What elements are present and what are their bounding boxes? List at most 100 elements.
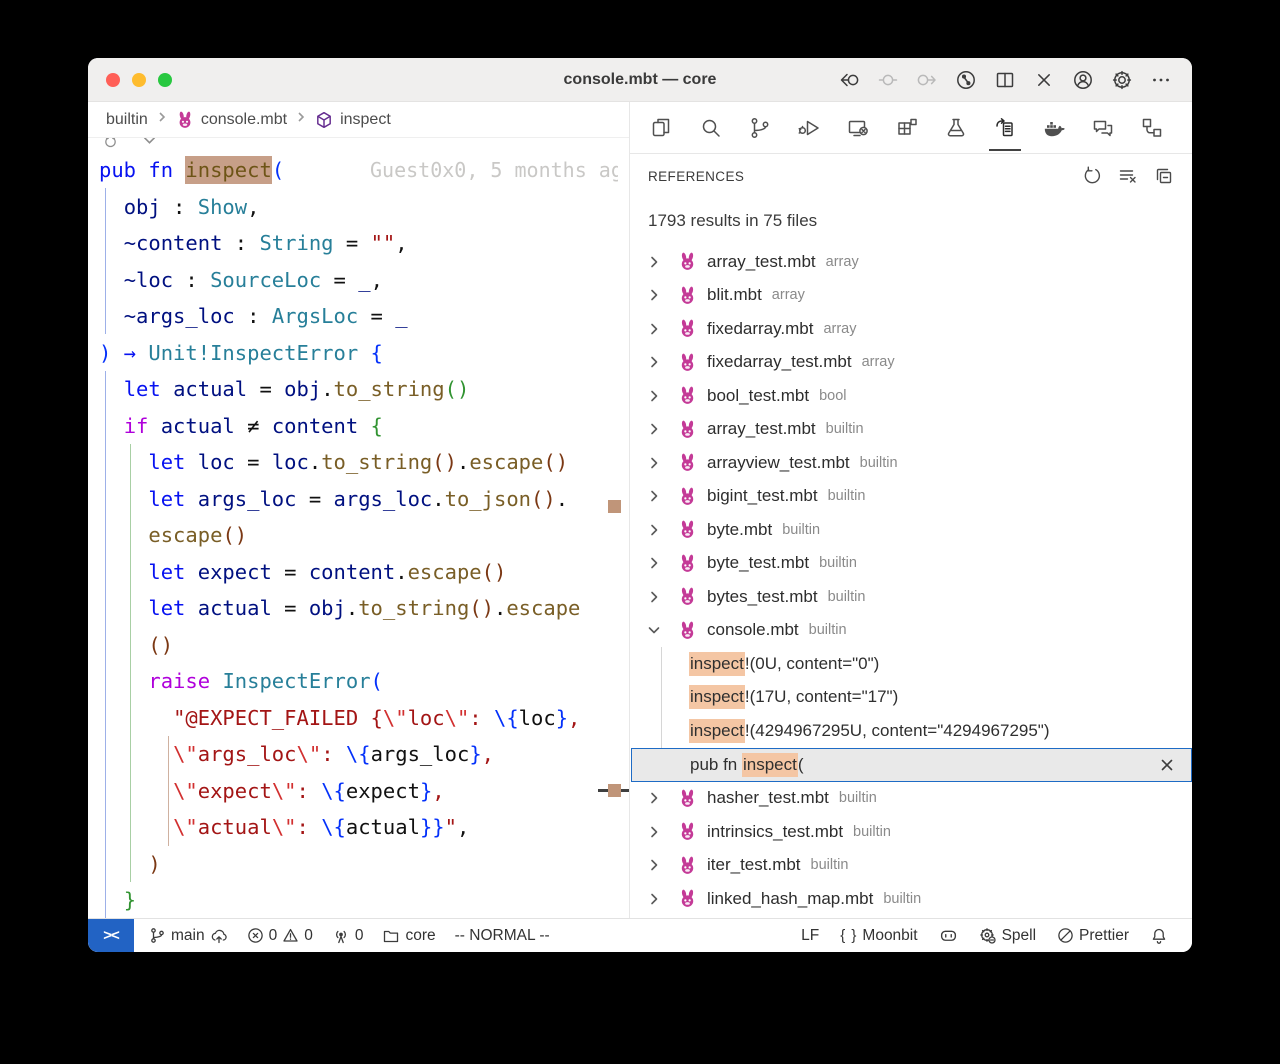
code-line[interactable]: escape() [99, 517, 629, 554]
reference-file-row[interactable]: byte.mbt builtin [630, 513, 1192, 547]
more-actions-icon[interactable] [1150, 69, 1172, 91]
code-line[interactable]: raise InspectError( [99, 663, 629, 700]
code-line[interactable]: ) [99, 846, 629, 883]
code-line[interactable]: \"args_loc\": \{args_loc}, [99, 736, 629, 773]
reference-file-row[interactable]: fixedarray.mbt array [630, 312, 1192, 346]
comments-icon[interactable] [1084, 105, 1122, 151]
chevron-right-icon [646, 455, 662, 471]
remote-explorer-icon[interactable] [839, 105, 877, 151]
code-line[interactable]: ) → Unit!InspectError { [99, 335, 629, 372]
notifications-bell[interactable] [1150, 927, 1168, 945]
reference-group-children: inspect!(0U, content="0") inspect!(17U, … [661, 647, 1192, 782]
moonbit-file-icon [678, 487, 697, 506]
reference-match-row[interactable]: inspect!(0U, content="0") [662, 647, 1192, 681]
eol-indicator[interactable]: LF [801, 927, 819, 945]
reference-file-row[interactable]: arrayview_test.mbt builtin [630, 446, 1192, 480]
reference-group-row[interactable]: console.mbt builtin [630, 614, 1192, 648]
code-line[interactable]: let args_loc = args_loc.to_json(). [99, 481, 629, 518]
code-line[interactable]: "@EXPECT_FAILED {\"loc\": \{loc}, [99, 700, 629, 737]
minimize-window-button[interactable] [132, 73, 146, 87]
source-control-icon[interactable] [741, 105, 779, 151]
refresh-icon[interactable] [1082, 166, 1102, 186]
run-task-icon[interactable] [955, 69, 977, 91]
code-line[interactable]: \"expect\": \{expect}, [99, 773, 629, 810]
workspace-status[interactable]: core [382, 927, 435, 945]
code-line[interactable]: let actual = obj.to_string().escape [99, 590, 629, 627]
settings-gear-icon[interactable] [1111, 69, 1133, 91]
overview-ruler-marker[interactable] [608, 784, 621, 797]
language-mode[interactable]: { } Moonbit [840, 927, 917, 945]
code-line[interactable]: obj : Show, [99, 189, 629, 226]
breadcrumb-root[interactable]: builtin [106, 111, 148, 129]
testing-icon[interactable] [937, 105, 975, 151]
title-actions [838, 69, 1192, 91]
references-icon[interactable] [986, 105, 1024, 151]
reference-file-row[interactable]: array_test.mbt builtin [630, 413, 1192, 447]
code-line[interactable]: ~content : String = "", [99, 225, 629, 262]
explorer-icon[interactable] [643, 105, 681, 151]
chevron-right-icon [646, 488, 662, 504]
git-branch-icon [149, 927, 166, 944]
chevron-right-icon [646, 421, 662, 437]
reference-file-row[interactable]: bytes_test.mbt builtin [630, 580, 1192, 614]
reference-file-row[interactable]: fixedarray_test.mbt array [630, 346, 1192, 380]
remote-indicator[interactable]: >< [88, 919, 134, 952]
close-panel-icon[interactable] [1033, 69, 1055, 91]
search-icon[interactable] [692, 105, 730, 151]
docker-icon[interactable] [1035, 105, 1073, 151]
reference-file-row[interactable]: linked_hash_map.mbt builtin [630, 882, 1192, 916]
overview-ruler-marker[interactable] [608, 500, 621, 513]
file-name: bigint_test.mbt [707, 486, 818, 506]
breadcrumb-file[interactable]: console.mbt [201, 111, 287, 129]
hierarchy-icon[interactable] [1133, 105, 1171, 151]
code-line[interactable]: ~args_loc : ArgsLoc = _ [99, 298, 629, 335]
dismiss-reference-button[interactable] [1159, 757, 1175, 773]
problems-status[interactable]: 0 0 [247, 927, 313, 945]
zoom-window-button[interactable] [158, 73, 172, 87]
code-line[interactable]: } [99, 882, 629, 918]
code-editor[interactable]: pub fn inspect( obj : Show, ~content : S… [88, 138, 629, 918]
reference-file-row[interactable]: hasher_test.mbt builtin [630, 782, 1192, 816]
code-line[interactable]: let loc = loc.to_string().escape() [99, 444, 629, 481]
collapse-all-icon[interactable] [1154, 166, 1174, 186]
reference-file-row[interactable]: bool_test.mbt bool [630, 379, 1192, 413]
reference-match-row[interactable]: inspect!(4294967295U, content="429496729… [662, 714, 1192, 748]
code-line[interactable]: if actual ≠ content { [99, 408, 629, 445]
reference-file-row[interactable]: intrinsics_test.mbt builtin [630, 815, 1192, 849]
vim-mode-indicator[interactable]: -- NORMAL -- [455, 927, 550, 945]
code-line[interactable]: () [99, 627, 629, 664]
close-window-button[interactable] [106, 73, 120, 87]
breadcrumb-symbol[interactable]: inspect [340, 111, 391, 129]
chevron-right-icon [646, 790, 662, 806]
extensions-icon[interactable] [888, 105, 926, 151]
reference-file-row[interactable]: byte_test.mbt builtin [630, 547, 1192, 581]
split-editor-icon[interactable] [994, 69, 1016, 91]
file-name: bool_test.mbt [707, 386, 809, 406]
code-line[interactable]: \"actual\": \{actual}}", [99, 809, 629, 846]
moonbit-file-icon [678, 822, 697, 841]
run-debug-icon[interactable] [790, 105, 828, 151]
navigate-forward-icon[interactable] [916, 69, 938, 91]
prettier-status[interactable]: Prettier [1057, 927, 1129, 945]
branch-status[interactable]: main [149, 927, 228, 945]
file-scope: builtin [826, 421, 864, 437]
copilot-icon [939, 926, 958, 945]
reference-file-row[interactable]: iter_test.mbt builtin [630, 849, 1192, 883]
circle-nav-icon[interactable] [877, 69, 899, 91]
code-line[interactable]: let actual = obj.to_string() [99, 371, 629, 408]
spell-checker-status[interactable]: Spell [979, 927, 1036, 945]
copilot-status[interactable] [939, 926, 958, 945]
account-icon[interactable] [1072, 69, 1094, 91]
file-scope: array [823, 321, 856, 337]
reference-file-row[interactable]: array_test.mbt array [630, 245, 1192, 279]
reference-file-row[interactable]: bigint_test.mbt builtin [630, 480, 1192, 514]
reference-match-row[interactable]: pub fn inspect( [631, 748, 1192, 782]
navigate-back-icon[interactable] [838, 69, 860, 91]
ports-status[interactable]: 0 [332, 927, 364, 945]
reference-file-row[interactable]: blit.mbt array [630, 279, 1192, 313]
reference-match-row[interactable]: inspect!(17U, content="17") [662, 681, 1192, 715]
clear-results-icon[interactable] [1118, 166, 1138, 186]
code-line[interactable]: ~loc : SourceLoc = _, [99, 262, 629, 299]
match-highlight: inspect [689, 685, 745, 709]
code-line[interactable]: let expect = content.escape() [99, 554, 629, 591]
